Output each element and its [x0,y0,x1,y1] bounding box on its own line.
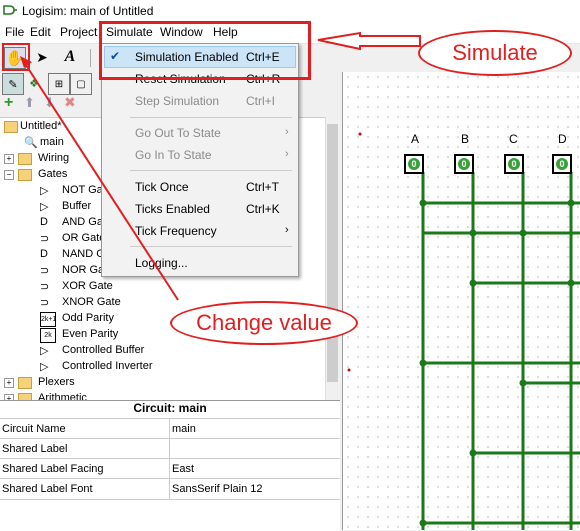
annotation-arrows [20,31,421,301]
annotation-simulate: Simulate [418,30,572,76]
annotation-change-value: Change value [170,301,358,345]
